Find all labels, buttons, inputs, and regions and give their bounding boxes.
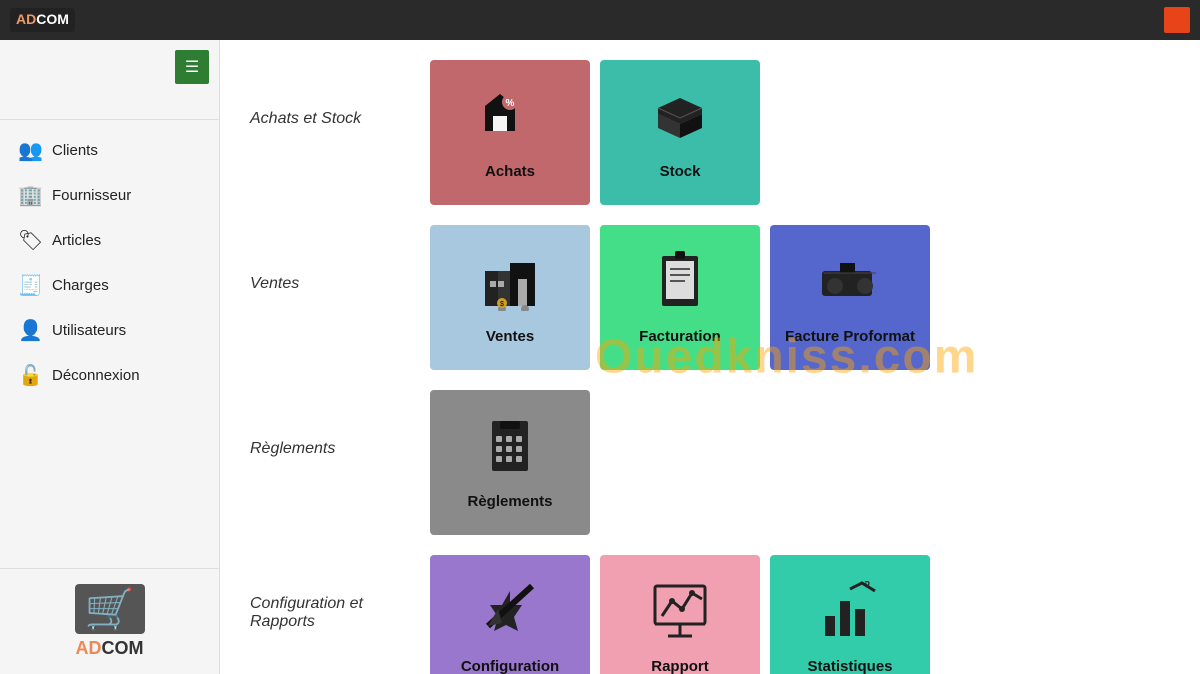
- tile-stock[interactable]: Stock: [600, 60, 760, 205]
- tile-label-configuration: Configuration: [461, 658, 559, 674]
- section-label-config-rapports: Configuration etRapports: [250, 555, 410, 631]
- configuration-icon: [480, 581, 540, 650]
- section-achats-stock: Achats et Stock% Achats Stock: [250, 60, 1170, 205]
- svg-text:%: %: [506, 98, 515, 109]
- tile-facture-proformat[interactable]: Facture Proformat: [770, 225, 930, 370]
- user-info: [0, 94, 219, 120]
- sidebar-footer: 🛒 ADCOM: [0, 568, 219, 674]
- tiles-config-rapports: Configuration Rapport $ Statistiques: [430, 555, 930, 674]
- tile-rapport[interactable]: Rapport: [600, 555, 760, 674]
- nav-label-utilisateurs: Utilisateurs: [52, 322, 126, 339]
- utilisateurs-icon: 👤: [18, 318, 42, 343]
- tile-label-ventes: Ventes: [486, 328, 534, 345]
- app-logo: ADCOM: [10, 8, 75, 32]
- tile-statistiques[interactable]: $ Statistiques: [770, 555, 930, 674]
- stock-icon: [650, 86, 710, 155]
- facturation-icon: [650, 251, 710, 320]
- section-label-ventes: Ventes: [250, 225, 410, 293]
- nav-label-fournisseur: Fournisseur: [52, 187, 131, 204]
- svg-text:$: $: [500, 301, 504, 308]
- achats-icon: %: [480, 86, 540, 155]
- charges-icon: 🧾: [18, 273, 42, 298]
- sidebar-header: ☰: [0, 40, 219, 94]
- statistiques-icon: $: [820, 581, 880, 650]
- section-reglements: Règlements Règlements: [250, 390, 1170, 535]
- footer-logo-text: ADCOM: [76, 638, 144, 659]
- sidebar-item-fournisseur[interactable]: 🏢 Fournisseur: [0, 173, 219, 218]
- menu-button[interactable]: ☰: [175, 50, 209, 84]
- sidebar-item-charges[interactable]: 🧾 Charges: [0, 263, 219, 308]
- tile-label-statistiques: Statistiques: [807, 658, 892, 674]
- nav-label-charges: Charges: [52, 277, 109, 294]
- title-bar: ADCOM: [0, 0, 1200, 40]
- sidebar-item-deconnexion[interactable]: 🔓 Déconnexion: [0, 353, 219, 398]
- logo-text: ADCOM: [16, 11, 69, 27]
- content-area: Ouedkniss.comAchats et Stock%AchatsStock…: [220, 40, 1200, 674]
- facture-proformat-icon: [820, 251, 880, 320]
- clients-icon: 👥: [18, 138, 42, 163]
- section-config-rapports: Configuration etRapports Configuration Rap…: [250, 555, 1170, 674]
- sidebar-item-articles[interactable]: 🏷 Articles: [0, 218, 219, 263]
- footer-logo: 🛒 ADCOM: [75, 584, 145, 659]
- tile-ventes[interactable]: $ Ventes: [430, 225, 590, 370]
- footer-logo-icon: 🛒: [75, 584, 145, 634]
- section-ventes: Ventes $ Ventes Facturation Facture Proforma…: [250, 225, 1170, 370]
- tile-achats[interactable]: % Achats: [430, 60, 590, 205]
- tile-facturation[interactable]: Facturation: [600, 225, 760, 370]
- sidebar: ☰ 👥 Clients 🏢 Fournisseur 🏷 Articles 🧾 Charges 👤…: [0, 40, 220, 674]
- tile-reglements[interactable]: Règlements: [430, 390, 590, 535]
- tile-label-facturation: Facturation: [639, 328, 721, 345]
- tiles-reglements: Règlements: [430, 390, 590, 535]
- sidebar-item-clients[interactable]: 👥 Clients: [0, 128, 219, 173]
- section-label-reglements: Règlements: [250, 390, 410, 458]
- tile-label-stock: Stock: [660, 163, 701, 180]
- reglements-icon: [480, 416, 540, 485]
- nav-items: 👥 Clients 🏢 Fournisseur 🏷 Articles 🧾 Charges 👤 Ut…: [0, 120, 219, 568]
- tiles-achats-stock: % Achats Stock: [430, 60, 760, 205]
- ventes-icon: $: [480, 251, 540, 320]
- tiles-ventes: $ Ventes Facturation Facture Proformat: [430, 225, 930, 370]
- tile-label-reglements: Règlements: [467, 493, 552, 510]
- logo-box: ADCOM: [10, 8, 75, 32]
- sidebar-item-utilisateurs[interactable]: 👤 Utilisateurs: [0, 308, 219, 353]
- tile-label-facture-proformat: Facture Proformat: [785, 328, 915, 345]
- articles-icon: 🏷: [18, 228, 42, 253]
- tile-label-achats: Achats: [485, 163, 535, 180]
- tile-label-rapport: Rapport: [651, 658, 709, 674]
- close-button[interactable]: [1164, 7, 1190, 33]
- section-label-achats-stock: Achats et Stock: [250, 60, 410, 128]
- tile-configuration[interactable]: Configuration: [430, 555, 590, 674]
- fournisseur-icon: 🏢: [18, 183, 42, 208]
- rapport-icon: [650, 581, 710, 650]
- nav-label-articles: Articles: [52, 232, 101, 249]
- nav-label-clients: Clients: [52, 142, 98, 159]
- deconnexion-icon: 🔓: [18, 363, 42, 388]
- nav-label-deconnexion: Déconnexion: [52, 367, 140, 384]
- svg-text:$: $: [862, 581, 870, 589]
- main-layout: ☰ 👥 Clients 🏢 Fournisseur 🏷 Articles 🧾 Charges 👤…: [0, 40, 1200, 674]
